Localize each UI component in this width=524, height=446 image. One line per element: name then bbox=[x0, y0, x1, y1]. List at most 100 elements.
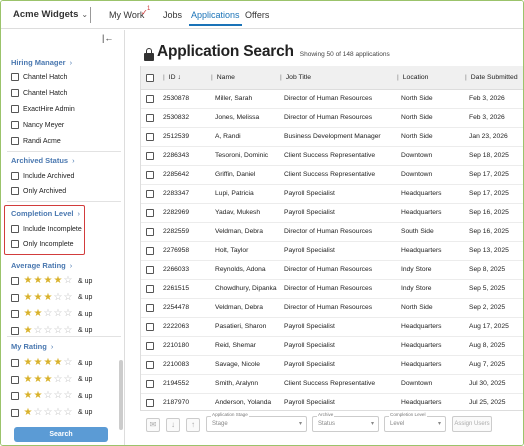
checkbox[interactable] bbox=[11, 375, 19, 384]
cell-id: 2283347 bbox=[163, 190, 190, 197]
checkbox[interactable] bbox=[11, 73, 19, 81]
table-row[interactable]: 2254478 Veldman, Debra Director of Human R… bbox=[141, 299, 523, 318]
filter-section-completion-level[interactable]: Completion Level › bbox=[11, 209, 80, 218]
table-row[interactable]: 2266033 Reynolds, Adona Director of Human … bbox=[141, 261, 523, 280]
checkbox[interactable] bbox=[11, 326, 19, 335]
cell-name: Tesoroni, Dominic bbox=[215, 152, 269, 159]
cell-id: 2222063 bbox=[163, 323, 190, 330]
table-row[interactable]: 2530832 Jones, Melissa Director of Human R… bbox=[141, 109, 523, 128]
rating-option[interactable]: ★ ★ ★ ☆ ☆ & up bbox=[11, 292, 92, 303]
filter-option[interactable]: Randi Acme bbox=[11, 136, 61, 146]
row-checkbox[interactable] bbox=[146, 114, 154, 122]
filter-option[interactable]: ExactHire Admin bbox=[11, 104, 75, 114]
filter-option[interactable]: Include Incomplete bbox=[11, 224, 82, 234]
sidebar-scrollbar[interactable] bbox=[119, 360, 123, 430]
rating-option[interactable]: ★ ★ ★ ☆ ☆ & up bbox=[11, 374, 92, 385]
select-all-checkbox[interactable] bbox=[146, 74, 154, 82]
checkbox[interactable] bbox=[11, 359, 19, 367]
arrow-down-icon[interactable]: ↓ bbox=[166, 418, 180, 432]
nav-my-work[interactable]: My Work bbox=[109, 10, 144, 20]
filter-option[interactable]: Include Archived bbox=[11, 171, 74, 181]
row-checkbox[interactable] bbox=[146, 171, 154, 179]
filter-option[interactable]: Only Incomplete bbox=[11, 239, 74, 249]
archive-status-select[interactable]: Archive Status ▾ bbox=[312, 412, 379, 432]
section-title: Hiring Manager bbox=[11, 58, 66, 67]
row-checkbox[interactable] bbox=[146, 285, 154, 293]
table-row[interactable]: 2283347 Lupi, Patricia Payroll Specialist H… bbox=[141, 185, 523, 204]
checkbox[interactable] bbox=[11, 240, 19, 248]
rating-option[interactable]: ★ ★ ★ ★ ☆ & up bbox=[11, 276, 92, 286]
filter-section-archived-status[interactable]: Archived Status › bbox=[11, 156, 75, 165]
rating-option[interactable]: ★ ★ ★ ★ ☆ & up bbox=[11, 358, 92, 368]
checkbox[interactable] bbox=[11, 137, 19, 145]
nav-applications[interactable]: Applications bbox=[189, 10, 242, 26]
cell-location: Downtown bbox=[401, 380, 433, 387]
row-checkbox[interactable] bbox=[146, 361, 154, 369]
row-checkbox[interactable] bbox=[146, 133, 154, 141]
row-checkbox[interactable] bbox=[146, 209, 154, 217]
email-icon[interactable]: ✉ bbox=[146, 418, 160, 432]
table-row[interactable]: 2512539 A, Randi Business Development Mana… bbox=[141, 128, 523, 147]
row-checkbox[interactable] bbox=[146, 190, 154, 198]
checkbox[interactable] bbox=[11, 408, 19, 417]
column-header-location[interactable]: | Location bbox=[397, 74, 428, 81]
table-row[interactable]: 2210180 Reid, Shemar Payroll Specialist Hea… bbox=[141, 337, 523, 356]
checkbox[interactable] bbox=[11, 277, 19, 285]
rating-option[interactable]: ★ ★ ☆ ☆ ☆ & up bbox=[11, 309, 92, 319]
completion-level-select[interactable]: Completion Level Level ▾ bbox=[384, 412, 446, 432]
checkbox[interactable] bbox=[11, 293, 19, 302]
row-checkbox[interactable] bbox=[146, 342, 154, 350]
checkbox[interactable] bbox=[11, 105, 19, 113]
filter-section-average-rating[interactable]: Average Rating › bbox=[11, 261, 72, 270]
row-checkbox[interactable] bbox=[146, 380, 154, 388]
brand-switcher[interactable]: Acme Widgets ⌄ bbox=[13, 9, 88, 20]
rating-option[interactable]: ★ ☆ ☆ ☆ ☆ & up bbox=[11, 407, 92, 418]
row-checkbox[interactable] bbox=[146, 95, 154, 103]
collapse-left-icon[interactable]: |← bbox=[102, 33, 113, 43]
column-header-job-title[interactable]: | Job Title bbox=[280, 74, 311, 81]
checkbox[interactable] bbox=[11, 187, 19, 195]
checkbox[interactable] bbox=[11, 89, 19, 97]
table-row[interactable]: 2261515 Chowdhury, Dipanka Director of Hum… bbox=[141, 280, 523, 299]
row-checkbox[interactable] bbox=[146, 152, 154, 160]
filter-section-my-rating[interactable]: My Rating › bbox=[11, 342, 53, 351]
filter-section-hiring-manager[interactable]: Hiring Manager › bbox=[11, 58, 72, 67]
column-header-name[interactable]: | Name bbox=[211, 74, 235, 81]
rating-option[interactable]: ★ ★ ☆ ☆ ☆ & up bbox=[11, 391, 92, 401]
checkbox[interactable] bbox=[11, 121, 19, 129]
checkbox[interactable] bbox=[11, 225, 19, 233]
lock-icon bbox=[144, 48, 154, 61]
column-header-date-submitted[interactable]: | Date Submitted bbox=[465, 74, 518, 81]
rating-option[interactable]: ★ ☆ ☆ ☆ ☆ & up bbox=[11, 325, 92, 336]
table-row[interactable]: 2194552 Smith, Aralynn Client Success Repr… bbox=[141, 375, 523, 394]
table-row[interactable]: 2210083 Savage, Nicole Payroll Specialist H… bbox=[141, 356, 523, 375]
nav-jobs[interactable]: Jobs bbox=[163, 10, 182, 20]
checkbox[interactable] bbox=[11, 310, 19, 318]
row-checkbox[interactable] bbox=[146, 323, 154, 331]
table-row[interactable]: 2282559 Veldman, Debra Director of Human R… bbox=[141, 223, 523, 242]
filter-option[interactable]: Only Archived bbox=[11, 186, 66, 196]
table-row[interactable]: 2285642 Griffin, Daniel Client Success Rep… bbox=[141, 166, 523, 185]
table-row[interactable]: 2286343 Tesoroni, Dominic Client Success R… bbox=[141, 147, 523, 166]
table-row[interactable]: 2222063 Pasatieri, Sharon Payroll Speciali… bbox=[141, 318, 523, 337]
application-stage-select[interactable]: Application Stage Stage ▾ bbox=[206, 412, 307, 432]
checkbox[interactable] bbox=[11, 172, 19, 180]
row-checkbox[interactable] bbox=[146, 228, 154, 236]
table-row[interactable]: 2282969 Yadav, Mukesh Payroll Specialist He… bbox=[141, 204, 523, 223]
row-checkbox[interactable] bbox=[146, 247, 154, 255]
filter-option[interactable]: Nancy Meyer bbox=[11, 120, 64, 130]
nav-offers[interactable]: Offers bbox=[245, 10, 269, 20]
column-header-id[interactable]: | ID ↓ bbox=[163, 74, 181, 81]
table-row[interactable]: 2276958 Holt, Taylor Payroll Specialist Hea… bbox=[141, 242, 523, 261]
and-up-label: & up bbox=[78, 310, 93, 318]
row-checkbox[interactable] bbox=[146, 399, 154, 407]
filter-option[interactable]: Chantel Hatch bbox=[11, 88, 67, 98]
checkbox[interactable] bbox=[11, 392, 19, 400]
table-row[interactable]: 2530878 Miller, Sarah Director of Human Re… bbox=[141, 90, 523, 109]
row-checkbox[interactable] bbox=[146, 304, 154, 312]
assign-users-button[interactable]: Assign Users bbox=[452, 416, 492, 432]
filter-option[interactable]: Chantel Hatch bbox=[11, 72, 67, 82]
row-checkbox[interactable] bbox=[146, 266, 154, 274]
search-button[interactable]: Search bbox=[14, 427, 108, 442]
arrow-up-icon[interactable]: ↑ bbox=[186, 418, 200, 432]
